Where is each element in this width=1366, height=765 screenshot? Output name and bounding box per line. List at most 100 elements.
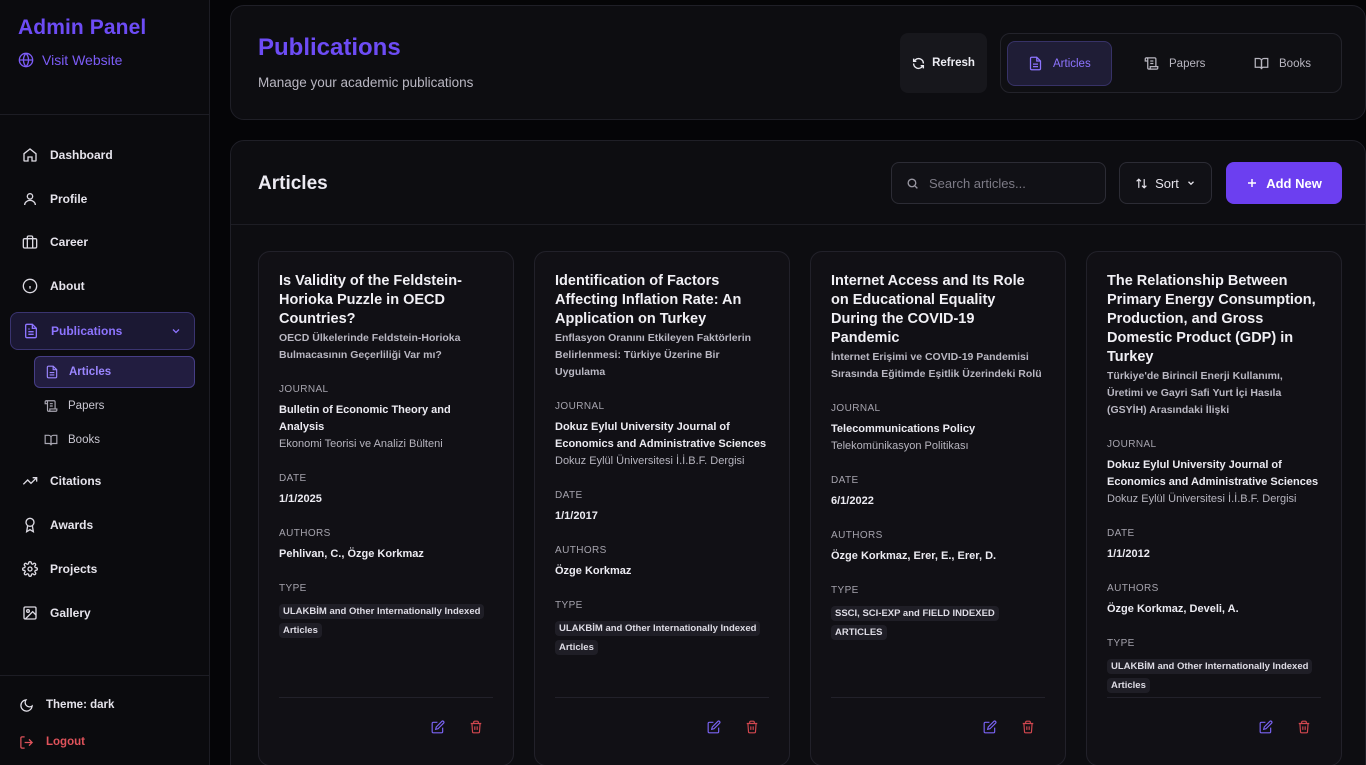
sidebar-subitem-papers[interactable]: Papers xyxy=(34,390,195,422)
tab-books[interactable]: Books xyxy=(1254,41,1311,86)
sidebar-subitem-label: Articles xyxy=(69,366,112,379)
scroll-icon xyxy=(44,399,58,413)
journal-label: JOURNAL xyxy=(279,384,329,395)
journal-name-tr: Dokuz Eylül Üniversitesi İ.İ.B.F. Dergis… xyxy=(1107,493,1297,505)
type-badge: ULAKBİM and Other Internationally Indexe… xyxy=(1107,659,1313,693)
award-icon xyxy=(22,517,38,534)
document-icon xyxy=(23,323,39,339)
article-authors: Özge Korkmaz, Erer, E., Erer, D. xyxy=(831,550,997,562)
plus-icon xyxy=(1246,177,1258,189)
authors-label: AUTHORS xyxy=(1107,583,1159,594)
add-new-button[interactable]: Add New xyxy=(1226,162,1342,204)
sidebar-item-label: Awards xyxy=(50,518,94,533)
sidebar-item-dashboard[interactable]: Dashboard xyxy=(10,137,195,173)
sidebar-item-projects[interactable]: Projects xyxy=(10,551,195,587)
journal-label: JOURNAL xyxy=(555,401,605,412)
article-title: The Relationship Between Primary Energy … xyxy=(1107,273,1316,365)
sort-button[interactable]: Sort xyxy=(1119,162,1212,204)
brand-title: Admin Panel xyxy=(18,16,147,39)
publications-submenu: Articles Papers Books xyxy=(34,356,195,456)
date-label: DATE xyxy=(279,473,307,484)
search-box xyxy=(891,162,1106,204)
article-title-tr: Türkiye'de Birincil Enerji Kullanımı, Ür… xyxy=(1107,370,1283,416)
date-label: DATE xyxy=(1107,528,1135,539)
document-icon xyxy=(45,365,59,379)
sidebar-item-publications[interactable]: Publications xyxy=(10,311,195,350)
date-label: DATE xyxy=(555,490,583,501)
tab-papers[interactable]: Papers xyxy=(1144,41,1205,86)
section-title: Articles xyxy=(258,173,328,194)
page-title: Publications xyxy=(258,34,401,61)
theme-label: Theme: dark xyxy=(46,699,115,711)
tab-articles[interactable]: Articles xyxy=(1007,41,1112,86)
trash-icon[interactable] xyxy=(1021,720,1035,734)
article-card: Is Validity of the Feldstein-Horioka Puz… xyxy=(258,251,514,765)
sort-label: Sort xyxy=(1155,175,1179,191)
globe-icon xyxy=(18,52,34,68)
sidebar: Admin Panel Visit Website Dashboard Prof… xyxy=(0,0,210,765)
card-actions xyxy=(831,697,1045,765)
sidebar-item-label: Projects xyxy=(50,561,98,576)
sidebar-item-career[interactable]: Career xyxy=(10,224,195,260)
type-label: TYPE xyxy=(279,583,307,594)
journal-label: JOURNAL xyxy=(1107,439,1157,450)
publication-type-tabs: Articles Papers Books xyxy=(1000,33,1342,93)
edit-icon[interactable] xyxy=(1259,720,1273,734)
sidebar-item-label: Career xyxy=(50,235,89,250)
journal-name: Dokuz Eylul University Journal of Econom… xyxy=(555,421,767,450)
article-date: 1/1/2017 xyxy=(555,510,598,522)
type-label: TYPE xyxy=(555,600,583,611)
edit-icon[interactable] xyxy=(707,720,721,734)
search-input[interactable] xyxy=(929,175,1089,191)
chevron-down-icon[interactable] xyxy=(170,325,182,337)
logout-button[interactable]: Logout xyxy=(0,732,209,752)
sidebar-item-profile[interactable]: Profile xyxy=(10,181,195,217)
article-title: Identification of Factors Affecting Infl… xyxy=(555,273,742,327)
trash-icon[interactable] xyxy=(1297,720,1311,734)
journal-name-tr: Telekomünikasyon Politikası xyxy=(831,440,969,452)
article-authors: Pehlivan, C., Özge Korkmaz xyxy=(279,548,424,560)
article-authors: Özge Korkmaz xyxy=(555,565,632,577)
trash-icon[interactable] xyxy=(745,720,759,734)
sidebar-item-citations[interactable]: Citations xyxy=(10,463,195,499)
article-title-tr: Enflasyon Oranını Etkileyen Faktörlerin … xyxy=(555,332,752,378)
sidebar-item-awards[interactable]: Awards xyxy=(10,507,195,543)
article-date: 6/1/2022 xyxy=(831,495,874,507)
sidebar-subitem-books[interactable]: Books xyxy=(34,424,195,456)
type-badge: ULAKBİM and Other Internationally Indexe… xyxy=(555,621,761,655)
sidebar-item-label: Dashboard xyxy=(50,148,113,162)
visit-website-label: Visit Website xyxy=(42,52,123,68)
article-date: 1/1/2025 xyxy=(279,493,322,505)
trash-icon[interactable] xyxy=(469,720,483,734)
theme-toggle[interactable]: Theme: dark xyxy=(0,695,209,715)
article-date: 1/1/2012 xyxy=(1107,548,1150,560)
brand: Admin Panel Visit Website xyxy=(0,0,209,115)
refresh-button[interactable]: Refresh xyxy=(900,33,987,93)
sidebar-subitem-articles[interactable]: Articles xyxy=(34,356,195,389)
sidebar-item-about[interactable]: About xyxy=(10,268,195,304)
sidebar-subitem-label: Papers xyxy=(68,400,105,413)
edit-icon[interactable] xyxy=(983,720,997,734)
sidebar-footer: Theme: dark Logout xyxy=(0,675,209,765)
refresh-icon xyxy=(912,57,925,70)
sidebar-item-gallery[interactable]: Gallery xyxy=(10,595,195,631)
scroll-icon xyxy=(1144,56,1159,71)
add-new-label: Add New xyxy=(1266,175,1322,191)
sidebar-item-label: About xyxy=(50,279,85,294)
tab-label: Articles xyxy=(1053,57,1091,70)
sidebar-item-label: Profile xyxy=(50,191,88,206)
logout-icon xyxy=(19,735,34,750)
tab-label: Papers xyxy=(1169,57,1206,70)
authors-label: AUTHORS xyxy=(555,545,607,556)
chevron-down-icon xyxy=(1186,178,1196,188)
home-icon xyxy=(22,147,38,163)
visit-website-link[interactable]: Visit Website xyxy=(18,52,191,68)
user-icon xyxy=(22,191,38,207)
sidebar-nav: Dashboard Profile Career About Publicati… xyxy=(0,115,209,631)
book-icon xyxy=(1254,56,1269,71)
edit-icon[interactable] xyxy=(431,720,445,734)
card-actions xyxy=(279,697,493,765)
briefcase-icon xyxy=(22,234,38,250)
type-label: TYPE xyxy=(1107,638,1135,649)
image-icon xyxy=(22,605,38,621)
